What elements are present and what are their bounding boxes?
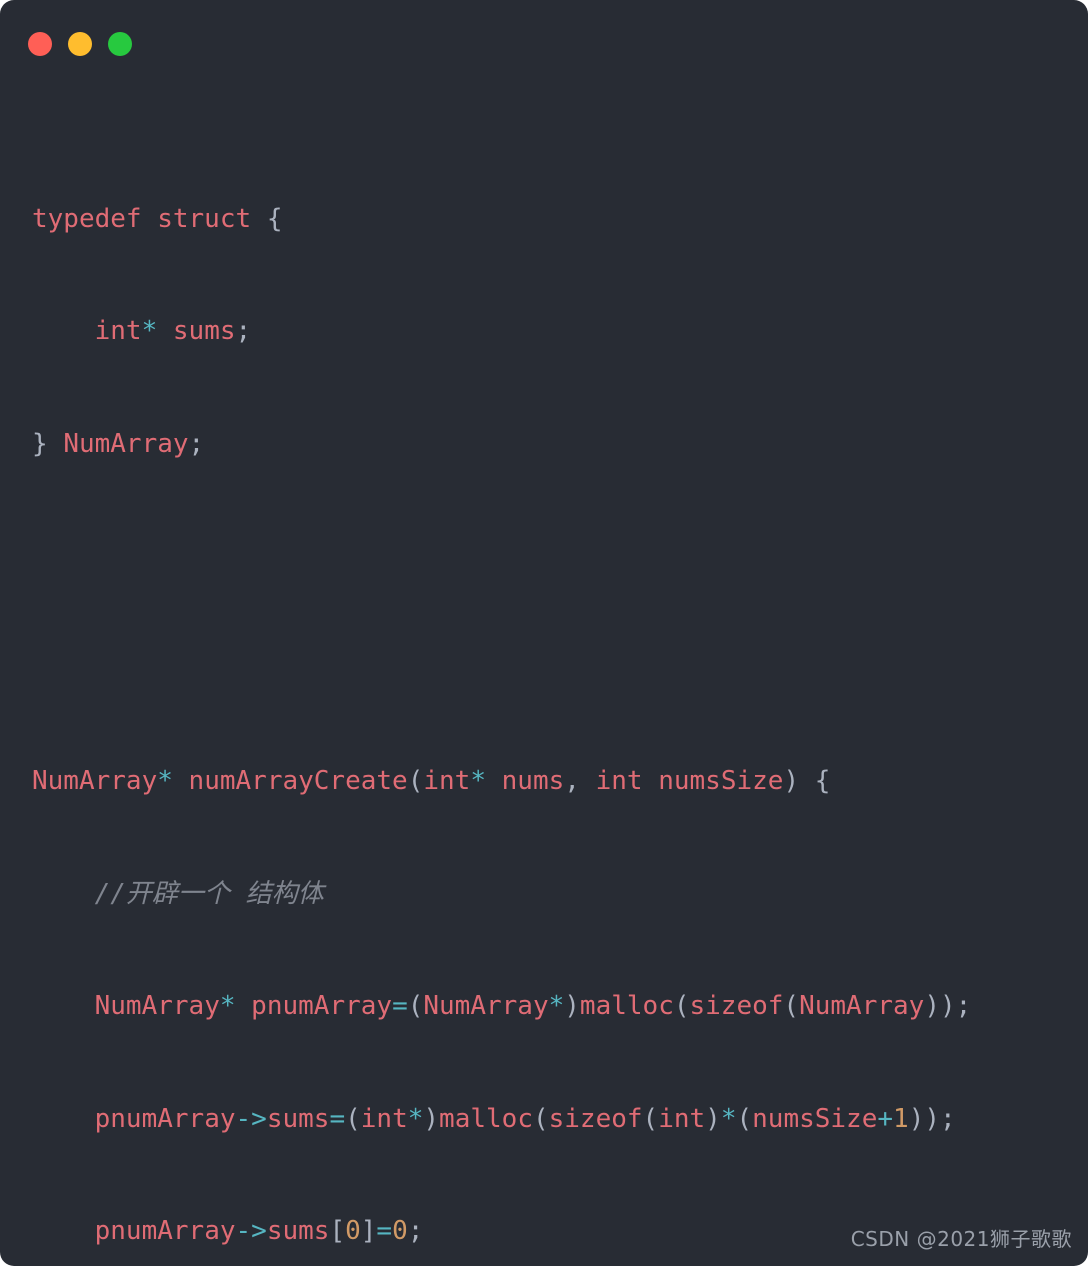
code-line: NumArray* numArrayCreate(int* nums, int … xyxy=(32,766,831,796)
code-block: typedef struct { int* sums; } NumArray; … xyxy=(0,88,1088,1266)
maximize-button-icon[interactable] xyxy=(108,32,132,56)
close-button-icon[interactable] xyxy=(28,32,52,56)
minimize-button-icon[interactable] xyxy=(68,32,92,56)
code-window: typedef struct { int* sums; } NumArray; … xyxy=(0,0,1088,1266)
code-line: typedef struct { xyxy=(32,203,283,234)
code-line: pnumArray->sums=(int*)malloc(sizeof(int)… xyxy=(94,1103,956,1134)
code-line: int* sums; xyxy=(94,316,252,346)
window-titlebar xyxy=(0,0,1088,88)
code-line: NumArray* pnumArray=(NumArray*)malloc(si… xyxy=(94,991,972,1021)
code-line: } NumArray; xyxy=(32,428,205,459)
watermark: CSDN @2021狮子歌歌 xyxy=(850,1227,1072,1251)
code-line: //开辟一个 结构体 xyxy=(94,878,324,909)
